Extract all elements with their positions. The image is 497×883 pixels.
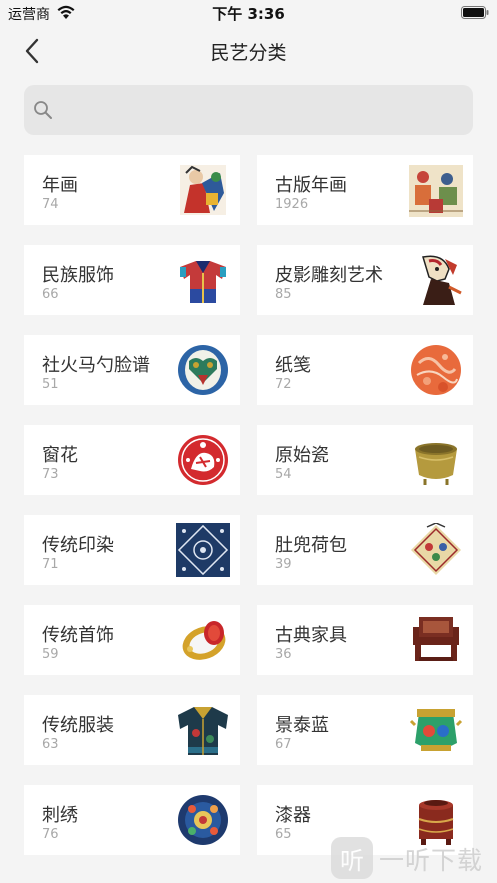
category-count: 65 — [275, 827, 292, 842]
search-input[interactable] — [60, 93, 460, 127]
category-name: 刺绣 — [42, 805, 78, 826]
category-card[interactable]: 纸笺 72 — [257, 335, 473, 405]
category-card[interactable]: 肚兜荷包 39 — [257, 515, 473, 585]
category-name: 窗花 — [42, 445, 78, 466]
category-count: 72 — [275, 377, 292, 392]
watermark-logo: 听 一听下载 — [331, 837, 491, 881]
category-count: 39 — [275, 557, 292, 572]
nav-bar: 民艺分类 — [0, 26, 497, 76]
category-name: 社火马勺脸谱 — [42, 355, 150, 376]
category-name: 古典家具 — [275, 625, 347, 646]
category-count: 51 — [42, 377, 59, 392]
category-name: 纸笺 — [275, 355, 311, 376]
jingtailan-thumbnail — [409, 709, 463, 751]
category-name: 漆器 — [275, 805, 311, 826]
category-card[interactable]: 刺绣 76 — [24, 785, 240, 855]
category-count: 59 — [42, 647, 59, 662]
category-name: 民族服饰 — [42, 265, 114, 286]
category-card[interactable]: 传统首饰 59 — [24, 605, 240, 675]
category-card[interactable]: 传统印染 71 — [24, 515, 240, 585]
watermark-icon: 听 — [331, 837, 373, 879]
category-name: 年画 — [42, 175, 78, 196]
cixiu-thumbnail — [178, 795, 228, 845]
category-name: 传统印染 — [42, 535, 114, 556]
category-count: 74 — [42, 197, 59, 212]
status-time: 下午 3:36 — [212, 5, 285, 23]
status-bar: 运营商 下午 3:36 — [0, 0, 497, 26]
category-name: 皮影雕刻艺术 — [275, 265, 383, 286]
category-card[interactable]: 传统服装 63 — [24, 695, 240, 765]
yuanshici-thumbnail — [415, 443, 457, 485]
category-card[interactable]: 皮影雕刻艺术 85 — [257, 245, 473, 315]
page-title: 民艺分类 — [210, 42, 287, 64]
category-count: 71 — [42, 557, 59, 572]
guban-thumbnail — [409, 165, 463, 217]
category-count: 73 — [42, 467, 59, 482]
category-card[interactable]: 景泰蓝 67 — [257, 695, 473, 765]
category-card[interactable]: 古版年画 1926 — [257, 155, 473, 225]
category-card[interactable]: 原始瓷 54 — [257, 425, 473, 495]
dudou-thumbnail — [411, 523, 461, 575]
category-count: 63 — [42, 737, 59, 752]
category-card[interactable]: 社火马勺脸谱 51 — [24, 335, 240, 405]
category-count: 67 — [275, 737, 292, 752]
category-count: 85 — [275, 287, 292, 302]
category-name: 原始瓷 — [275, 445, 329, 466]
category-name: 景泰蓝 — [275, 715, 329, 736]
category-name: 古版年画 — [275, 175, 347, 196]
category-card[interactable]: 古典家具 36 — [257, 605, 473, 675]
category-card[interactable]: 窗花 73 — [24, 425, 240, 495]
category-name: 肚兜荷包 — [275, 535, 347, 556]
fushi-thumbnail — [180, 261, 226, 303]
search-icon — [34, 101, 52, 119]
shoushi-thumbnail — [182, 621, 226, 660]
jiaju-thumbnail — [413, 617, 459, 661]
fuzhuang-thumbnail — [178, 707, 228, 755]
category-count: 36 — [275, 647, 292, 662]
screen: 运营商 下午 3:36 民艺分类 年画 74 古版年画 1926 民族服饰 66 皮影雕刻艺… — [0, 0, 497, 883]
category-card[interactable]: 民族服饰 66 — [24, 245, 240, 315]
battery-icon — [461, 6, 489, 19]
category-count: 1926 — [275, 197, 309, 212]
category-name: 传统服装 — [42, 715, 114, 736]
search-bar[interactable] — [24, 85, 473, 135]
category-count: 54 — [275, 467, 292, 482]
chuanghua-thumbnail — [178, 435, 228, 485]
nianhua-thumbnail — [180, 165, 226, 215]
zhijian-thumbnail — [411, 345, 461, 395]
category-count: 66 — [42, 287, 59, 302]
category-name: 传统首饰 — [42, 625, 114, 646]
mashao-thumbnail — [178, 345, 228, 395]
yinran-thumbnail — [176, 523, 230, 577]
category-count: 76 — [42, 827, 59, 842]
piying-thumbnail — [422, 255, 462, 305]
category-card[interactable]: 年画 74 — [24, 155, 240, 225]
watermark-text: 一听下载 — [379, 846, 484, 875]
